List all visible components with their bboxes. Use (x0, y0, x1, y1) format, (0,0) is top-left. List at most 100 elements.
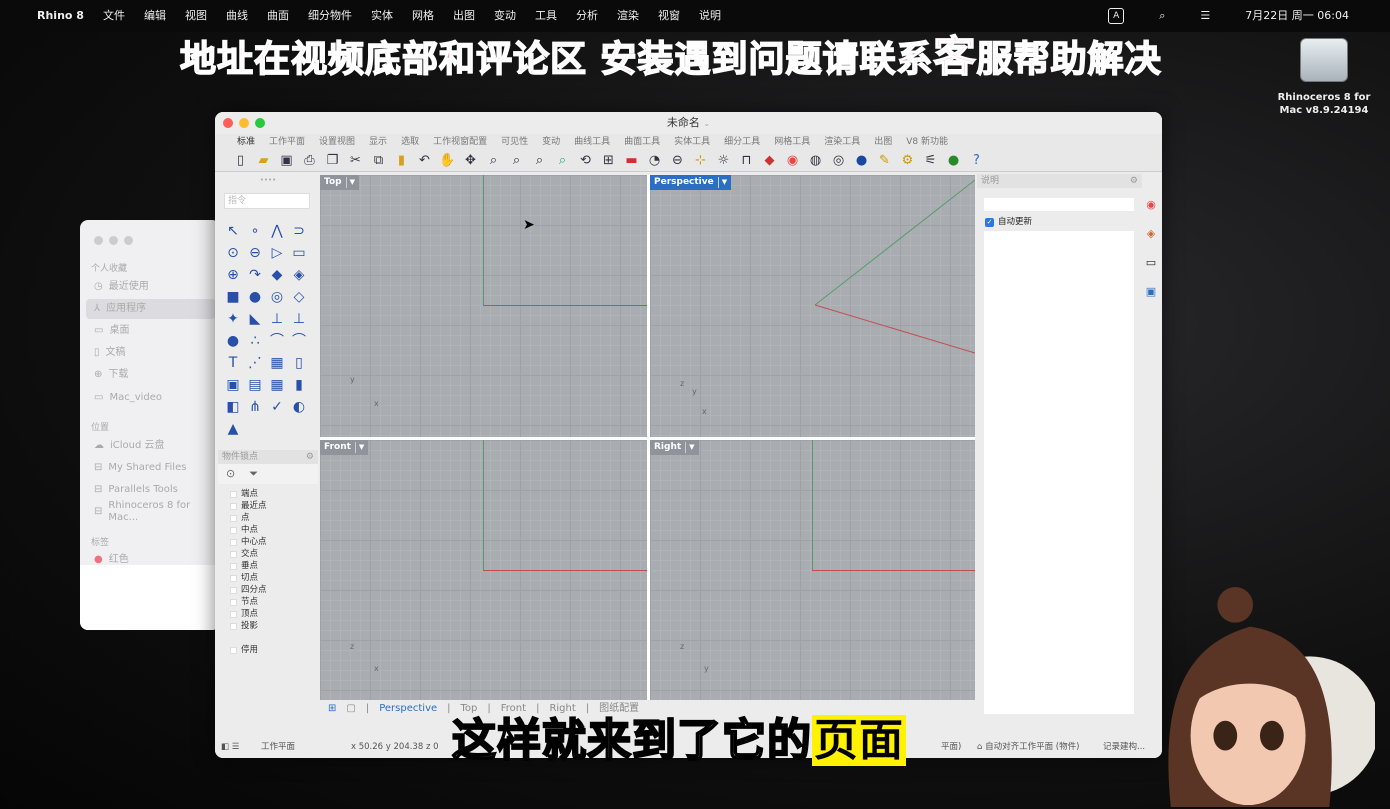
save-icon[interactable]: ▣ (277, 152, 296, 170)
tool-button[interactable]: ✦ (222, 308, 244, 330)
sphere-blue-icon[interactable]: ● (852, 152, 871, 170)
tool-button[interactable]: ⋀ (266, 220, 288, 242)
status-auto-align[interactable]: ⌂ 自动对齐工作平面 (物件) (977, 742, 1079, 753)
disk-image-icon[interactable] (1300, 38, 1348, 82)
lock-icon[interactable]: ⊓ (737, 152, 756, 170)
color-wheel-icon[interactable]: ◉ (1144, 198, 1158, 212)
tab[interactable]: 设置视图 (319, 137, 355, 148)
osnap-checkbox[interactable]: 最近点 (230, 501, 267, 512)
menu-help[interactable]: 说明 (699, 9, 721, 23)
menu-curve[interactable]: 曲线 (226, 9, 248, 23)
cut-icon[interactable]: ✂ (346, 152, 365, 170)
tool-button[interactable]: ● (222, 330, 244, 352)
finder-item[interactable]: ◷最近使用 (86, 277, 216, 297)
clock[interactable]: 7月22日 周一 06:04 (1245, 9, 1349, 23)
menu-window[interactable]: 视窗 (658, 9, 680, 23)
tool-button[interactable]: ▮ (288, 374, 310, 396)
tool-button[interactable]: ⊃ (288, 220, 310, 242)
sphere-wire-icon[interactable]: ◍ (806, 152, 825, 170)
tab[interactable]: 曲线工具 (574, 137, 610, 148)
cplane-icon[interactable]: ⊖ (668, 152, 687, 170)
zoom-window-icon[interactable]: ⌕ (507, 152, 526, 170)
four-views-icon[interactable]: ⊞ (599, 152, 618, 170)
finder-item[interactable]: ⊟Parallels Tools (86, 480, 216, 500)
tab-standard[interactable]: 标准 (237, 137, 255, 148)
tool-button[interactable]: ▦ (266, 374, 288, 396)
osnap-checkbox[interactable]: 中心点 (230, 537, 267, 548)
vtab-perspective[interactable]: Perspective (379, 703, 437, 715)
tab[interactable]: 显示 (369, 137, 387, 148)
tool-button[interactable]: ∘ (244, 220, 266, 242)
menu-surface[interactable]: 曲面 (267, 9, 289, 23)
menu-transform[interactable]: 变动 (494, 9, 516, 23)
named-cplane-icon[interactable]: ⊹ (691, 152, 710, 170)
tool-button[interactable]: ▯ (288, 352, 310, 374)
tool-button[interactable]: ▭ (288, 242, 310, 264)
finder-item[interactable]: ⅄应用程序 (86, 299, 216, 319)
copy-doc-icon[interactable]: ❐ (323, 152, 342, 170)
osnap-checkbox[interactable]: 端点 (230, 489, 258, 500)
status-cplane-partial[interactable]: 平面) (941, 742, 961, 753)
help-icon[interactable]: ? (967, 152, 986, 170)
tool-button[interactable]: ∴ (244, 330, 266, 352)
menu-tools[interactable]: 工具 (535, 9, 557, 23)
move-view-icon[interactable]: ✥ (461, 152, 480, 170)
single-view-icon[interactable]: ▢ (346, 703, 355, 715)
command-input[interactable]: 指令 (224, 193, 310, 209)
layer-icon[interactable]: ◆ (760, 152, 779, 170)
tool-button[interactable]: T (222, 352, 244, 374)
osnap-checkbox[interactable]: 节点 (230, 597, 258, 608)
gear-icon[interactable]: ⚙ (306, 450, 314, 464)
display-icon[interactable]: ▭ (1144, 256, 1158, 270)
pen-icon[interactable]: ✎ (875, 152, 894, 170)
osnap-checkbox[interactable]: 交点 (230, 549, 258, 560)
menu-solid[interactable]: 实体 (371, 9, 393, 23)
tool-button[interactable]: ■ (222, 286, 244, 308)
gear-icon[interactable]: ⚙ (1130, 174, 1138, 188)
tool-button[interactable]: ▤ (244, 374, 266, 396)
tab[interactable]: 网格工具 (774, 137, 810, 148)
tool-button[interactable]: ⊙ (222, 242, 244, 264)
finder-item[interactable]: ☁iCloud 云盘 (86, 436, 216, 456)
menu-render[interactable]: 渲染 (617, 9, 639, 23)
tool-button[interactable]: ✓ (266, 396, 288, 418)
menu-view[interactable]: 视图 (185, 9, 207, 23)
menu-file[interactable]: 文件 (103, 9, 125, 23)
osnap-checkbox[interactable]: 顶点 (230, 609, 258, 620)
tool-button[interactable]: ◧ (222, 396, 244, 418)
menu-app[interactable]: Rhino 8 (37, 9, 84, 23)
paste-icon[interactable]: ▮ (392, 152, 411, 170)
tab[interactable]: 渲染工具 (824, 137, 860, 148)
tool-button[interactable]: ⊥ (288, 308, 310, 330)
finder-item[interactable]: ⊟My Shared Files (86, 458, 216, 478)
tab[interactable]: 选取 (401, 137, 419, 148)
finder-item[interactable]: ▭桌面 (86, 321, 216, 341)
tab[interactable]: 可见性 (501, 137, 528, 148)
tool-button[interactable]: ◇ (288, 286, 310, 308)
window-title[interactable]: 未命名 ⌄ (215, 116, 1162, 131)
tab[interactable]: 工作平面 (269, 137, 305, 148)
globe-icon[interactable]: ● (944, 152, 963, 170)
tool-button[interactable]: ⊖ (244, 242, 266, 264)
viewport-front[interactable]: Front▼ zx (320, 440, 647, 700)
help-panel-icon[interactable]: ▣ (1144, 285, 1158, 299)
viewport-top[interactable]: Top▼ yx ➤ (320, 175, 647, 437)
tool-button[interactable]: ↖ (222, 220, 244, 242)
tool-button[interactable]: ⊕ (222, 264, 244, 286)
osnap-checkbox[interactable]: 点 (230, 513, 250, 524)
search-icon[interactable]: ⌕ (1159, 9, 1165, 23)
tool-button[interactable]: ⌒ (266, 330, 288, 352)
osnap-checkbox[interactable]: 四分点 (230, 585, 267, 596)
menu-subd[interactable]: 细分物件 (308, 9, 352, 23)
osnap-checkbox[interactable]: 投影 (230, 621, 258, 632)
tool-button[interactable]: ● (244, 286, 266, 308)
bulb-icon[interactable]: ☼ (714, 152, 733, 170)
tool-button[interactable]: ◎ (266, 286, 288, 308)
tool-button[interactable]: ⋔ (244, 396, 266, 418)
tool-button[interactable]: ◐ (288, 396, 310, 418)
tab[interactable]: 实体工具 (674, 137, 710, 148)
pan-icon[interactable]: ✋ (438, 152, 457, 170)
status-cplane[interactable]: 工作平面 (261, 742, 295, 753)
print-icon[interactable]: ⎙ (300, 152, 319, 170)
viewport-right[interactable]: Right▼ zy (650, 440, 975, 700)
